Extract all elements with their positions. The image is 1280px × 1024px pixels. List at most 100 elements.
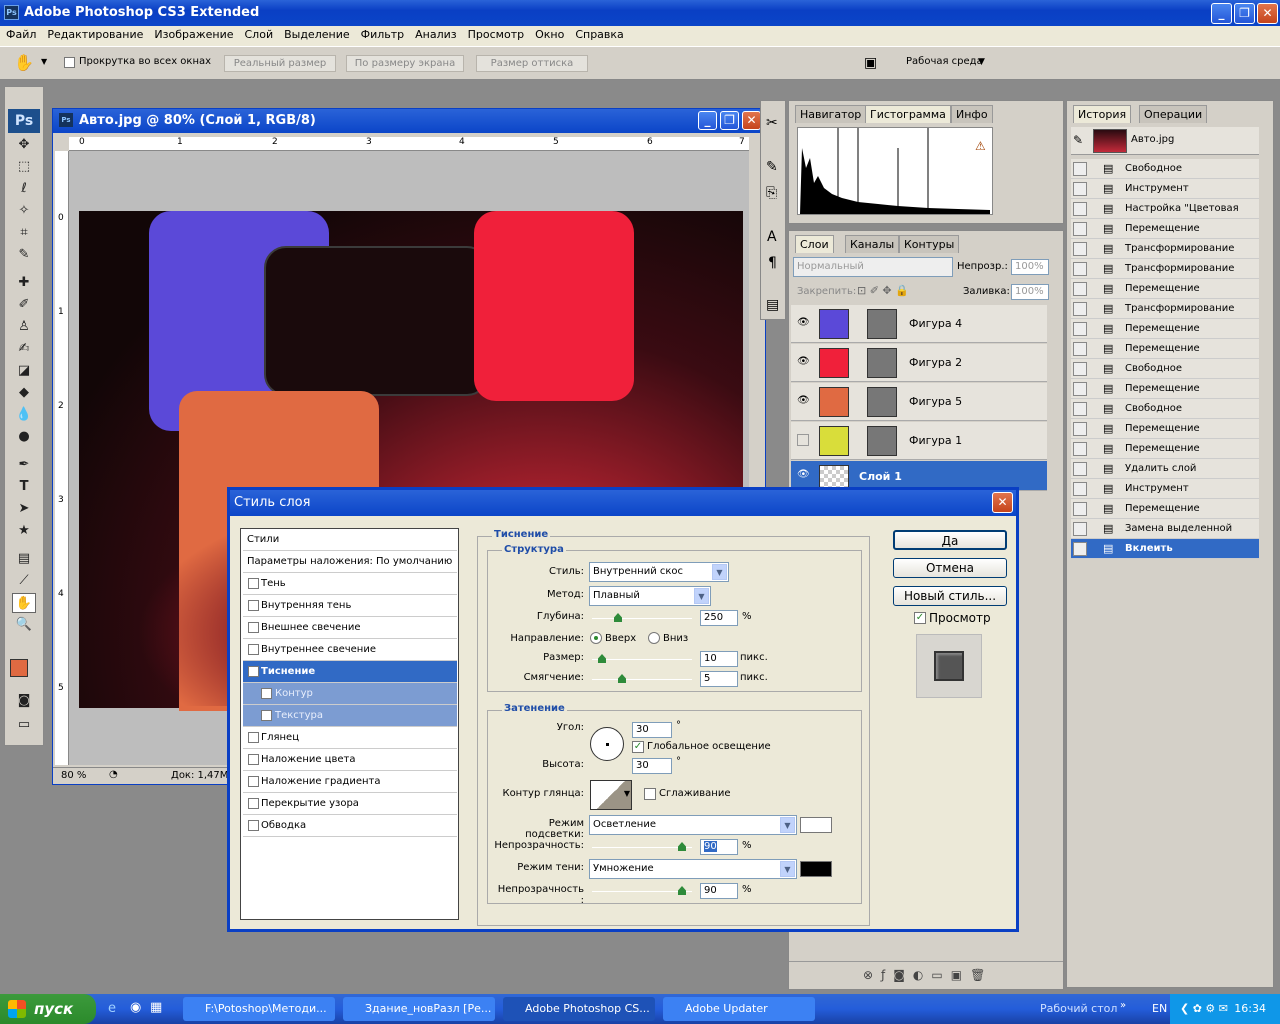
eraser-tool-icon[interactable]: ◪ [12,361,36,381]
lasso-tool-icon[interactable]: ℓ [12,179,36,199]
history-state-box[interactable] [1073,222,1087,236]
eye-icon[interactable]: 👁 [797,356,810,367]
eyedropper-tool-icon[interactable]: ⟋ [12,571,36,591]
history-item[interactable]: ▤Свободное трансформи... [1071,159,1259,194]
history-item[interactable]: ▤Трансформирование кон... [1071,259,1259,294]
depth-field[interactable]: 250 [700,610,738,626]
eye-icon[interactable]: 👁 [797,395,810,406]
status-menu-icon[interactable]: ◔ [109,769,118,780]
warning-icon[interactable]: ⚠ [975,139,986,153]
menu-file[interactable]: Файл [0,26,41,44]
start-button[interactable]: пуск [0,994,96,1024]
style-item[interactable]: ✓ Тиснение [243,661,457,683]
history-item[interactable]: ▤ Перемещение [1071,419,1259,439]
language-indicator[interactable]: EN [1152,1002,1167,1015]
bevel-style-select[interactable]: Внутренний скос ▼ [589,562,729,582]
highlight-mode-select[interactable]: Осветление ▼ [589,815,797,835]
layer-action-icons[interactable]: ⊗ƒ◙◐▭▣🗑 [863,968,993,982]
dodge-tool-icon[interactable]: ● [12,427,36,447]
style-item[interactable]: Глянец [243,727,457,749]
history-item[interactable]: ▤ Перемещение [1071,319,1259,339]
style-item[interactable]: Перекрытие узора [243,793,457,815]
style-item[interactable]: Наложение цвета [243,749,457,771]
menu-edit[interactable]: Редактирование [41,26,148,44]
shadow-opacity-field[interactable]: 90 [700,883,738,899]
tab-layers[interactable]: Слои [795,235,834,253]
history-state-box[interactable] [1073,422,1087,436]
ie-icon[interactable]: e [108,1001,116,1016]
history-item[interactable]: ▤Трансформирование кон... [1071,239,1259,274]
type-tool-icon[interactable]: T [12,477,36,497]
history-state-box[interactable] [1073,462,1087,476]
history-item[interactable]: ▤Трансформирование кон... [1071,299,1259,334]
layer-row[interactable]: 👁 Фигура 2 [791,344,1047,382]
style-item[interactable]: Наложение градиента [243,771,457,793]
method-select[interactable]: Плавный ▼ [589,586,711,606]
menu-select[interactable]: Выделение [278,26,355,44]
highlight-color-swatch[interactable] [800,817,832,833]
style-item[interactable]: Внутреннее свечение [243,639,457,661]
history-state-box[interactable] [1073,162,1087,176]
style-item[interactable]: Внутренняя тень [243,595,457,617]
history-item[interactable]: ▤Свободное трансформи... [1071,399,1259,434]
task-photoshop[interactable]: Adobe Photoshop CS... [503,997,655,1021]
fit-screen-button[interactable]: По размеру экрана [346,55,464,72]
minimize-button[interactable]: _ [1211,3,1232,24]
style-item-checkbox[interactable]: ✓ [248,666,259,677]
direction-down-radio[interactable] [648,632,660,644]
tab-history[interactable]: История [1073,105,1132,123]
style-item-checkbox[interactable] [248,578,259,589]
history-state-box[interactable] [1073,382,1087,396]
style-item-checkbox[interactable] [248,732,259,743]
menu-help[interactable]: Справка [569,26,628,44]
eye-icon[interactable]: 👁 [797,317,810,328]
style-item-checkbox[interactable] [248,600,259,611]
chevron-down-icon[interactable]: ▼ [780,861,795,877]
styles-header[interactable]: Стили [243,529,457,551]
style-item-checkbox[interactable] [248,776,259,787]
quick-mask-icon[interactable]: ◙ [12,691,36,711]
history-item[interactable]: ▤ Перемещение [1071,499,1259,519]
eye-icon[interactable]: 👁 [797,469,810,480]
history-item[interactable]: ▤ Перемещение [1071,219,1259,239]
workspace-chevron-icon[interactable]: ▼ [978,57,985,67]
history-item[interactable]: ▤Инструмент "Произволь... [1071,179,1259,214]
history-item[interactable]: ▤Инструмент "Произволь... [1071,479,1259,514]
snapshot-brush-icon[interactable]: ✎ [1073,133,1083,147]
history-state-box[interactable] [1073,282,1087,296]
history-state-box[interactable] [1073,362,1087,376]
style-item[interactable]: Контур [243,683,457,705]
menu-layer[interactable]: Слой [239,26,279,44]
altitude-field[interactable]: 30 [632,758,672,774]
tab-actions[interactable]: Операции [1139,105,1208,123]
style-item-checkbox[interactable] [261,710,272,721]
workspace-menu[interactable]: Рабочая среда [906,56,983,67]
slice-tool-icon[interactable]: ✎ [12,245,36,265]
marquee-tool-icon[interactable]: ⬚ [12,157,36,177]
zoom-tool-icon[interactable]: 🔍 [12,615,36,635]
desktop-toolbar-label[interactable]: Рабочий стол [1040,1002,1117,1015]
bridge-icon[interactable]: ▣ [864,55,877,71]
path-selection-icon[interactable]: ➤ [12,499,36,519]
history-state-box[interactable] [1073,182,1087,196]
doc-close-button[interactable]: ✕ [742,111,761,130]
angle-field[interactable]: 30 [632,722,672,738]
doc-minimize-button[interactable]: _ [698,111,717,130]
shape-tool-icon[interactable]: ★ [12,521,36,541]
history-item[interactable]: ▤Настройка "Цветовая за... [1071,199,1259,234]
soften-field[interactable]: 5 [700,671,738,687]
history-item[interactable]: ▤Замена выделенной обла... [1071,519,1259,554]
style-item[interactable]: Внешнее свечение [243,617,457,639]
lock-icons[interactable]: ⊡ ✐ ✥ 🔒 [857,284,909,297]
menu-analysis[interactable]: Анализ [409,26,462,44]
direction-up-radio[interactable] [590,632,602,644]
menu-view[interactable]: Просмотр [462,26,529,44]
menu-window[interactable]: Окно [529,26,569,44]
layer-comps-icon[interactable]: ▤ [766,297,779,313]
menu-image[interactable]: Изображение [148,26,238,44]
blend-options-item[interactable]: Параметры наложения: По умолчанию [243,551,457,573]
new-style-button[interactable]: Новый стиль... [893,586,1007,606]
hand-tool-button-icon[interactable]: ✋ [12,593,36,613]
blur-tool-icon[interactable]: 💧 [12,405,36,425]
clone-stamp-icon[interactable]: ♙ [12,317,36,337]
